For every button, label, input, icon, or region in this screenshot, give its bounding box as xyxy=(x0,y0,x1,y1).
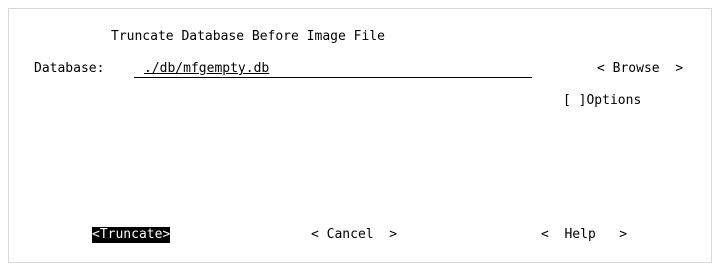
dialog-title: Truncate Database Before Image File xyxy=(111,29,385,44)
browse-button[interactable]: < Browse > xyxy=(597,61,683,77)
cancel-button[interactable]: < Cancel > xyxy=(311,227,397,243)
options-checkbox[interactable]: [ ]Options xyxy=(563,93,641,109)
database-input[interactable]: ./db/mfgempty.db xyxy=(134,61,532,78)
truncate-button[interactable]: <Truncate> xyxy=(92,227,171,243)
help-button[interactable]: < Help > xyxy=(541,227,627,243)
truncate-bi-dialog xyxy=(8,8,712,263)
database-label: Database: xyxy=(34,61,105,76)
database-input-value: ./db/mfgempty.db xyxy=(144,61,270,76)
